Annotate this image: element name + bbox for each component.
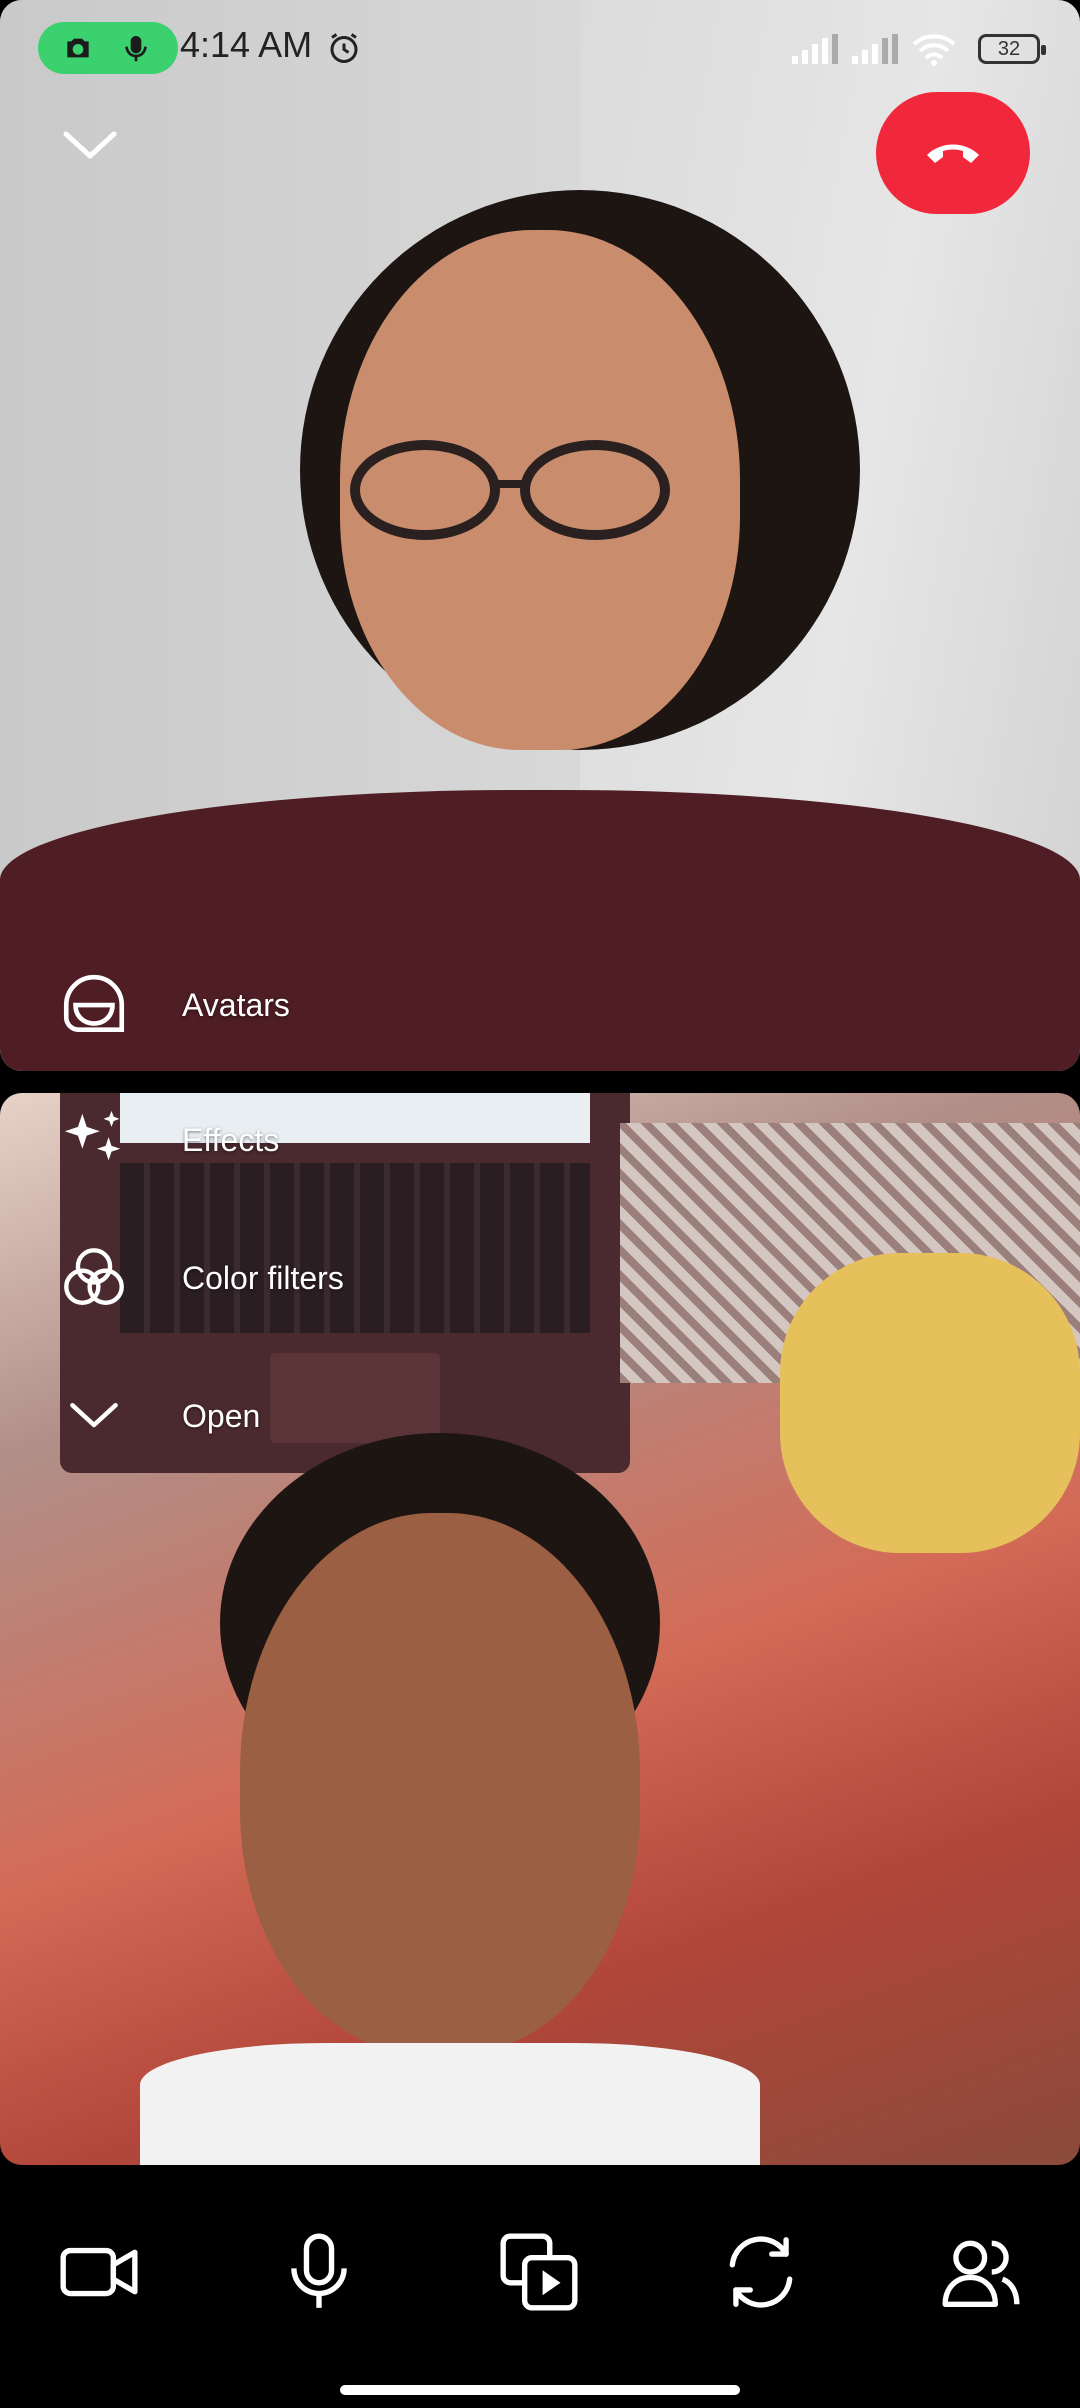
self-person-shirt xyxy=(140,2043,760,2165)
battery-indicator: 32 xyxy=(978,34,1046,64)
avatar-mask-icon xyxy=(56,967,132,1043)
remote-person-shirt xyxy=(0,790,1080,1071)
chevron-down-icon xyxy=(56,1378,132,1454)
open-label: Open xyxy=(182,1397,261,1434)
media-share-icon xyxy=(500,2233,578,2311)
status-time: 4:14 AM xyxy=(180,24,313,65)
hang-up-icon xyxy=(927,144,979,163)
minimize-call-button[interactable] xyxy=(60,126,140,186)
share-media-button[interactable] xyxy=(484,2217,594,2327)
avatars-label: Avatars xyxy=(182,986,290,1023)
participants-button[interactable] xyxy=(926,2217,1036,2327)
status-bar: 4:14 AM 32 xyxy=(0,0,1080,96)
end-call-button[interactable] xyxy=(876,92,1030,214)
call-controls-bar xyxy=(0,2165,1080,2408)
flip-camera-button[interactable] xyxy=(706,2217,816,2327)
chevron-down-icon xyxy=(63,131,117,159)
effects-option[interactable]: Effects xyxy=(56,1095,279,1185)
glasses xyxy=(350,440,710,540)
flip-camera-icon xyxy=(729,2236,793,2308)
color-filters-label: Color filters xyxy=(182,1259,344,1296)
remote-video-tile[interactable]: 4:14 AM 32 Avatars xyxy=(0,0,1080,1071)
people-icon xyxy=(942,2240,1020,2307)
home-indicator[interactable] xyxy=(340,2385,740,2395)
effects-label: Effects xyxy=(182,1121,280,1158)
bedding-yellow xyxy=(780,1253,1080,1553)
sparkles-icon xyxy=(56,1102,132,1178)
microphone-toggle-button[interactable] xyxy=(264,2217,374,2327)
color-filters-icon xyxy=(56,1240,132,1316)
self-person-face xyxy=(240,1513,640,2053)
video-camera-icon xyxy=(60,2247,138,2297)
wifi-icon xyxy=(912,34,956,66)
recording-indicator xyxy=(38,22,178,74)
alarm-icon xyxy=(330,33,358,63)
color-filters-option[interactable]: Color filters xyxy=(56,1233,344,1323)
laptop-body xyxy=(60,1093,630,1473)
camera-icon xyxy=(67,38,89,58)
self-video-tile[interactable]: Effects Color filters Open xyxy=(0,1093,1080,2165)
signal-strength-icon xyxy=(792,34,838,64)
camera-toggle-button[interactable] xyxy=(44,2217,154,2327)
status-icons: 32 xyxy=(790,30,1046,70)
microphone-status-icon xyxy=(125,36,147,62)
open-more-option[interactable]: Open xyxy=(56,1371,260,1461)
signal-strength-2-icon xyxy=(852,34,898,64)
avatars-option[interactable]: Avatars xyxy=(56,960,290,1050)
microphone-icon xyxy=(291,2233,347,2308)
